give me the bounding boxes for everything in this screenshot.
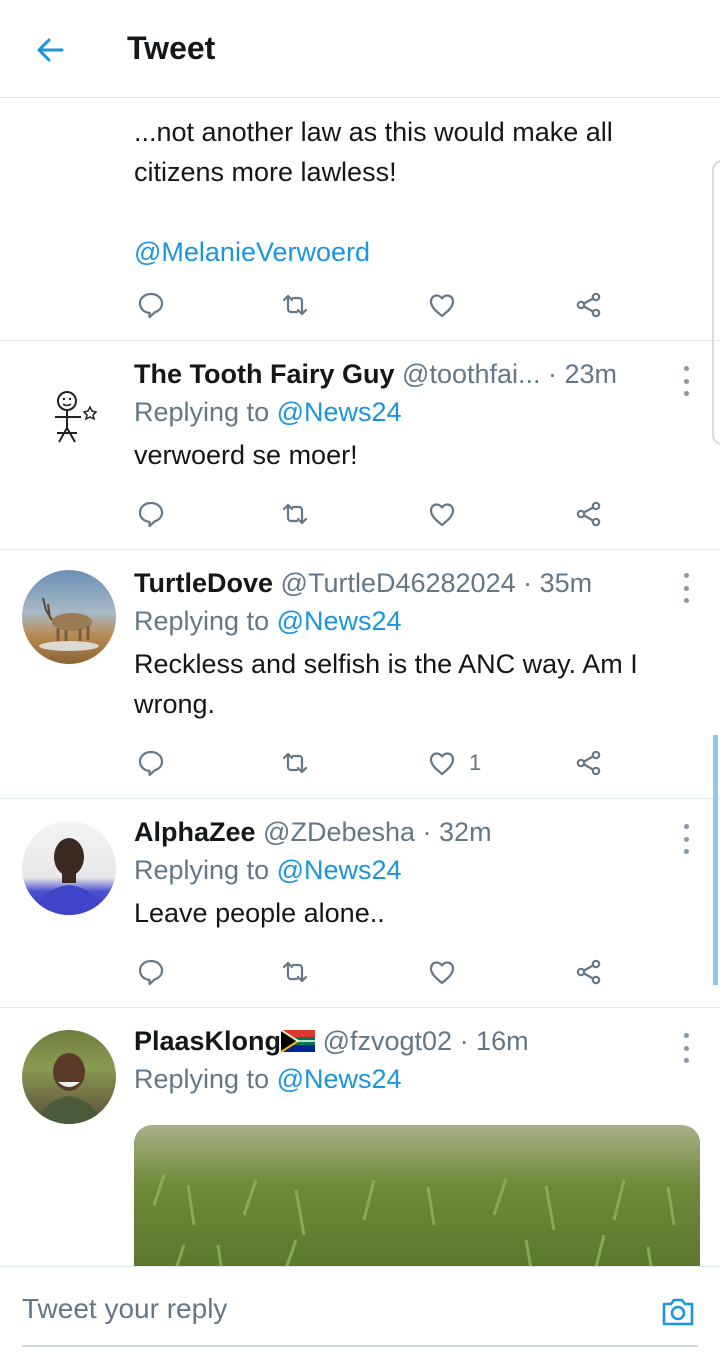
tweet-header: The Tooth Fairy Guy @toothfai... · 23m [134,355,660,393]
reply-composer: Tweet your reply [0,1266,720,1355]
reply-tweet[interactable]: TurtleDove @TurtleD46282024 · 35m Replyi… [0,550,720,799]
tweet-header: AlphaZee @ZDebesha · 32m [134,813,660,851]
comment-icon [138,959,164,986]
person-photo-icon [36,1053,102,1124]
like-count: 1 [469,750,482,775]
timestamp: · 35m [523,568,593,598]
user-handle[interactable]: @toothfai... [402,359,540,389]
like-button[interactable]: 1 [427,743,481,783]
reply-button[interactable] [136,494,166,534]
reply-button[interactable] [136,285,166,325]
tweet-text: ...not another law as this would make al… [134,117,613,187]
focused-tweet[interactable]: ...not another law as this would make al… [0,98,720,341]
reply-button[interactable] [136,743,166,783]
tweet-actions [134,952,614,992]
display-name[interactable]: The Tooth Fairy Guy [134,359,395,389]
arrow-left-icon [37,38,64,62]
page-title: Tweet [127,30,216,66]
comment-icon [138,501,164,528]
replying-to: Replying to @News24 [134,855,402,885]
comment-icon [138,292,164,319]
mention-link[interactable]: @News24 [277,1064,402,1094]
camera-icon [662,1298,694,1326]
scrollbar[interactable] [713,735,718,985]
retweet-button[interactable] [280,494,310,534]
back-button[interactable] [28,30,72,70]
reply-button[interactable] [136,952,166,992]
tweet-actions: 1 [134,743,614,783]
display-name[interactable]: PlaasKlong [134,1026,281,1056]
retweet-icon [282,752,308,774]
display-name[interactable]: TurtleDove [134,568,273,598]
antelope-image-icon [39,597,99,651]
tweet-header: PlaasKlong @fzvogt02 · 16m [134,1022,660,1060]
tweet-text: verwoerd se moer! [134,440,358,470]
replying-to: Replying to @News24 [134,606,402,636]
retweet-icon [282,503,308,525]
retweet-button[interactable] [280,952,310,992]
heart-icon [429,961,455,985]
share-button[interactable] [574,494,604,534]
replying-to: Replying to @News24 [134,1064,402,1094]
tweet-text: Reckless and selfish is the ANC way. Am … [134,649,638,719]
avatar[interactable] [22,1030,116,1124]
user-handle[interactable]: @fzvogt02 [323,1026,452,1056]
person-photo-icon [34,838,104,915]
stick-figure-icon [55,391,98,443]
replying-to: Replying to @News24 [134,397,402,427]
share-icon [576,750,601,776]
reply-tweet[interactable]: PlaasKlong @fzvogt02 · 16m Replying to @… [0,1008,720,1266]
reply-input[interactable]: Tweet your reply [22,1293,227,1325]
more-options-button[interactable] [678,824,694,854]
reply-tweet[interactable]: The Tooth Fairy Guy @toothfai... · 23m R… [0,341,720,550]
tweet-header: TurtleDove @TurtleD46282024 · 35m [134,564,660,602]
user-handle[interactable]: @ZDebesha [263,817,415,847]
grass-photo-icon [134,1125,700,1266]
avatar[interactable] [22,821,116,915]
timestamp: · 32m [422,817,492,847]
tweet-media-image[interactable] [134,1125,700,1266]
heart-icon [429,503,455,527]
more-options-button[interactable] [678,1033,694,1063]
timestamp: · 16m [459,1026,529,1056]
mention-link[interactable]: @News24 [277,855,402,885]
reply-tweet[interactable]: AlphaZee @ZDebesha · 32m Replying to @Ne… [0,799,720,1008]
like-button[interactable] [427,494,457,534]
share-button[interactable] [574,952,604,992]
share-icon [576,501,601,527]
share-button[interactable] [574,743,604,783]
more-options-button[interactable] [678,573,694,603]
mention-link[interactable]: @MelanieVerwoerd [134,232,700,272]
share-icon [576,292,601,318]
heart-icon [429,294,455,318]
avatar[interactable] [22,363,116,457]
tweet-feed[interactable]: ...not another law as this would make al… [0,98,720,1266]
avatar[interactable] [22,570,116,664]
tweet-text: Leave people alone.. [134,898,385,928]
retweet-button[interactable] [280,743,310,783]
camera-button[interactable] [658,1292,698,1332]
top-app-bar: Tweet [0,0,720,98]
timestamp: · 23m [548,359,618,389]
more-options-button[interactable] [678,366,694,396]
divider [22,1345,698,1347]
comment-icon [138,750,164,777]
retweet-button[interactable] [280,285,310,325]
share-icon [576,959,601,985]
tweet-actions [134,494,614,534]
mention-link[interactable]: @News24 [277,397,402,427]
user-handle[interactable]: @TurtleD46282024 [281,568,516,598]
retweet-icon [282,294,308,316]
retweet-icon [282,961,308,983]
display-name[interactable]: AlphaZee [134,817,256,847]
like-button[interactable] [427,952,457,992]
like-button[interactable] [427,285,457,325]
south-africa-flag-icon [280,1029,316,1053]
heart-icon [429,752,455,776]
tweet-actions [134,285,614,325]
edge-panel-handle[interactable] [712,160,720,445]
share-button[interactable] [574,285,604,325]
mention-link[interactable]: @News24 [277,606,402,636]
